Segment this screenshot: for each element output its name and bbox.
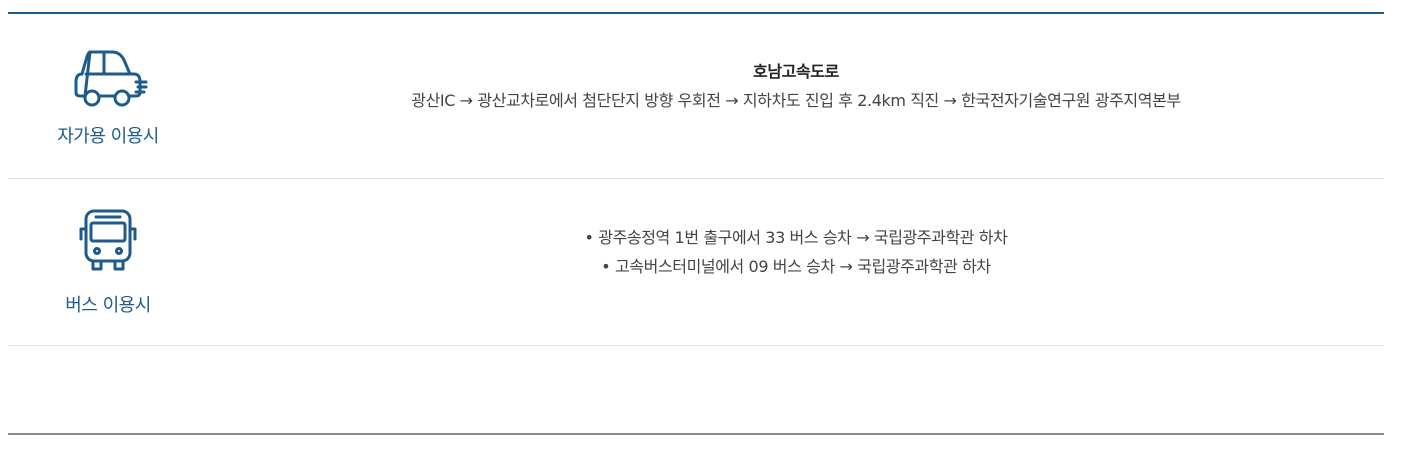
bus-route-1: • 광주송정역 1번 출구에서 33 버스 승차 → 국립광주과학관 하차	[584, 228, 1008, 247]
bus-route-content: • 광주송정역 1번 출구에서 33 버스 승차 → 국립광주과학관 하차 • …	[208, 223, 1384, 281]
bus-label: 버스 이용시	[65, 295, 151, 316]
car-label: 자가용 이용시	[57, 126, 159, 147]
bus-directions-row: 버스 이용시 • 광주송정역 1번 출구에서 33 버스 승차 → 국립광주과학…	[8, 179, 1384, 346]
car-icon	[74, 50, 148, 107]
bus-route-2: • 고속버스터미널에서 09 버스 승차 → 국립광주과학관 하차	[601, 257, 991, 276]
car-route-title: 호남고속도로	[753, 62, 839, 81]
car-route-detail: 광산IC → 광산교차로에서 첨단단지 방향 우회전 → 지하차도 진입 후 2…	[411, 91, 1181, 110]
car-route-content: 호남고속도로 광산IC → 광산교차로에서 첨단단지 방향 우회전 → 지하차도…	[208, 57, 1384, 115]
bus-icon-column: 버스 이용시	[8, 179, 208, 345]
car-directions-row: 자가용 이용시 호남고속도로 광산IC → 광산교차로에서 첨단단지 방향 우회…	[8, 14, 1384, 179]
car-icon-column: 자가용 이용시	[8, 14, 208, 178]
directions-section: 자가용 이용시 호남고속도로 광산IC → 광산교차로에서 첨단단지 방향 우회…	[8, 12, 1384, 436]
bus-icon	[79, 209, 137, 271]
bottom-divider	[8, 433, 1384, 435]
